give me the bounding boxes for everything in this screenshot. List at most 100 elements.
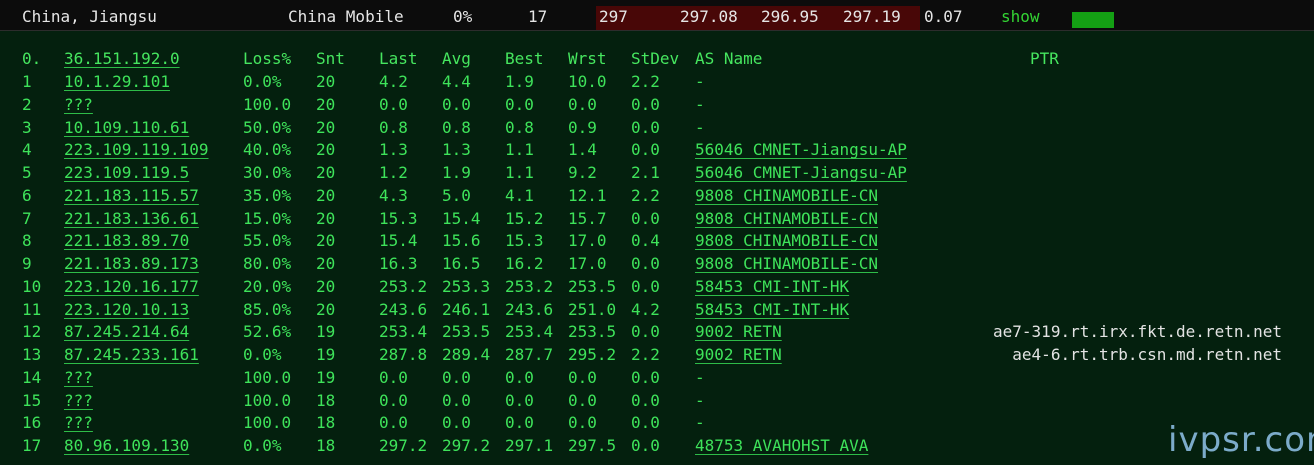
cell-stdev: 0.0 (631, 322, 660, 342)
cell-host[interactable]: 223.120.10.13 (64, 299, 189, 321)
table-row: 14??? 100.0 19 0.0 0.0 0.0 0.0 0.0 - (0, 367, 1314, 390)
cell-host[interactable]: 221.183.89.173 (64, 253, 199, 275)
cell-as: - (695, 390, 705, 410)
cell-ptr: ae4-6.rt.trb.csn.md.retn.net (1012, 345, 1282, 364)
cell-as[interactable]: 48753 AVAHOHST AVA (695, 435, 868, 457)
cell-last: 253.2 (379, 276, 428, 296)
cell-best: 0.0 (505, 94, 534, 114)
cell-last: 0.0 (379, 94, 408, 114)
header-best: Best (505, 49, 544, 68)
cell-loss: 52.6% (243, 322, 292, 342)
cell-last: 0.0 (379, 413, 408, 433)
cell-host[interactable]: 80.96.109.130 (64, 435, 189, 457)
cell-hop: 11 (22, 299, 42, 319)
header-loss: Loss% (243, 49, 292, 68)
latency-bar (1072, 12, 1114, 28)
header-wrst: Wrst (568, 49, 607, 68)
summary-worst: 297.19 (843, 7, 901, 26)
cell-avg: 1.9 (442, 163, 471, 182)
cell-host[interactable]: 10.1.29.101 (64, 71, 170, 93)
cell-stdev: 4.2 (631, 299, 660, 319)
cell-hop: 4 (22, 140, 32, 160)
cell-avg: 1.3 (442, 140, 471, 160)
cell-last: 1.2 (379, 163, 408, 182)
cell-as[interactable]: 56046 CMNET-Jiangsu-AP (695, 139, 907, 161)
cell-host[interactable]: ??? (64, 367, 93, 389)
show-link[interactable]: show (1001, 0, 1040, 30)
cell-hop: 6 (22, 185, 32, 205)
cell-as[interactable]: 9808 CHINAMOBILE-CN (695, 208, 878, 230)
cell-wrst: 0.0 (568, 94, 597, 114)
table-row: 2??? 100.0 20 0.0 0.0 0.0 0.0 0.0 - (0, 94, 1314, 117)
summary-hops: 17 (528, 7, 548, 26)
cell-best: 0.8 (505, 117, 534, 137)
table-row: 4 223.109.119.109 40.0% 20 1.3 1.3 1.1 1.4 0.0 56… (0, 139, 1314, 162)
cell-last: 297.2 (379, 436, 428, 455)
table-row: 1 10.1.29.101 0.0% 20 4.2 4.4 1.9 10.0 2.2 - (0, 71, 1314, 94)
cell-host[interactable]: 221.183.136.61 (64, 208, 199, 230)
header-host[interactable]: 36.151.192.0 (64, 48, 180, 70)
cell-host[interactable]: 221.183.89.70 (64, 230, 189, 252)
cell-as[interactable]: 9002 RETN (695, 344, 782, 366)
cell-as[interactable]: 9002 RETN (695, 321, 782, 343)
cell-as[interactable]: 9808 CHINAMOBILE-CN (695, 253, 878, 275)
cell-stdev: 0.0 (631, 367, 660, 387)
cell-host[interactable]: 221.183.115.57 (64, 185, 199, 207)
cell-stdev: 0.0 (631, 276, 660, 296)
cell-avg: 15.6 (442, 231, 481, 251)
cell-host[interactable]: 10.109.110.61 (64, 117, 189, 139)
cell-wrst: 17.0 (568, 231, 607, 251)
cell-hop: 7 (22, 208, 32, 228)
header-as: AS Name (695, 49, 763, 68)
cell-stdev: 0.0 (631, 94, 660, 114)
cell-host[interactable]: ??? (64, 94, 93, 116)
cell-as[interactable]: 58453 CMI-INT-HK (695, 276, 849, 298)
cell-host[interactable]: 87.245.214.64 (64, 321, 189, 343)
cell-wrst: 0.0 (568, 413, 597, 433)
cell-host[interactable]: ??? (64, 390, 93, 412)
cell-stdev: 0.0 (631, 390, 660, 410)
cell-avg: 0.0 (442, 413, 471, 433)
cell-last: 16.3 (379, 254, 418, 273)
summary-isp: China Mobile (288, 7, 404, 26)
cell-hop: 12 (22, 322, 42, 342)
cell-loss: 0.0% (243, 345, 282, 364)
cell-best: 0.0 (505, 413, 534, 433)
cell-wrst: 9.2 (568, 163, 597, 182)
cell-stdev: 0.0 (631, 413, 660, 433)
cell-snt: 20 (316, 117, 336, 137)
cell-avg: 253.3 (442, 276, 491, 296)
cell-host[interactable]: 223.120.16.177 (64, 276, 199, 298)
table-row: 13 87.245.233.161 0.0% 19 287.8 289.4 287.7 295… (0, 344, 1314, 367)
cell-hop: 15 (22, 390, 42, 410)
cell-best: 1.1 (505, 140, 534, 160)
cell-host[interactable]: 87.245.233.161 (64, 344, 199, 366)
cell-last: 0.0 (379, 390, 408, 410)
cell-loss: 50.0% (243, 117, 292, 137)
cell-hop: 3 (22, 117, 32, 137)
cell-snt: 20 (316, 94, 336, 114)
cell-snt: 20 (316, 299, 336, 319)
cell-as[interactable]: 56046 CMNET-Jiangsu-AP (695, 162, 907, 184)
cell-host[interactable]: 223.109.119.5 (64, 162, 189, 184)
cell-as[interactable]: 9808 CHINAMOBILE-CN (695, 185, 878, 207)
cell-hop: 1 (22, 72, 32, 91)
cell-avg: 297.2 (442, 436, 491, 455)
cell-loss: 0.0% (243, 436, 282, 455)
cell-wrst: 17.0 (568, 254, 607, 273)
cell-ptr: ae7-319.rt.irx.fkt.de.retn.net (993, 322, 1282, 342)
cell-last: 4.3 (379, 185, 408, 205)
cell-host[interactable]: 223.109.119.109 (64, 139, 209, 161)
cell-hop: 14 (22, 367, 42, 387)
cell-loss: 80.0% (243, 254, 292, 273)
cell-as: - (695, 72, 705, 91)
cell-as[interactable]: 9808 CHINAMOBILE-CN (695, 230, 878, 252)
cell-host[interactable]: ??? (64, 412, 93, 434)
cell-snt: 18 (316, 390, 336, 410)
cell-wrst: 15.7 (568, 208, 607, 228)
table-row: 16??? 100.0 18 0.0 0.0 0.0 0.0 0.0 - (0, 412, 1314, 435)
cell-hop: 17 (22, 436, 42, 455)
summary-location: China, Jiangsu (22, 7, 157, 26)
cell-as[interactable]: 58453 CMI-INT-HK (695, 299, 849, 321)
cell-hop: 10 (22, 276, 42, 296)
